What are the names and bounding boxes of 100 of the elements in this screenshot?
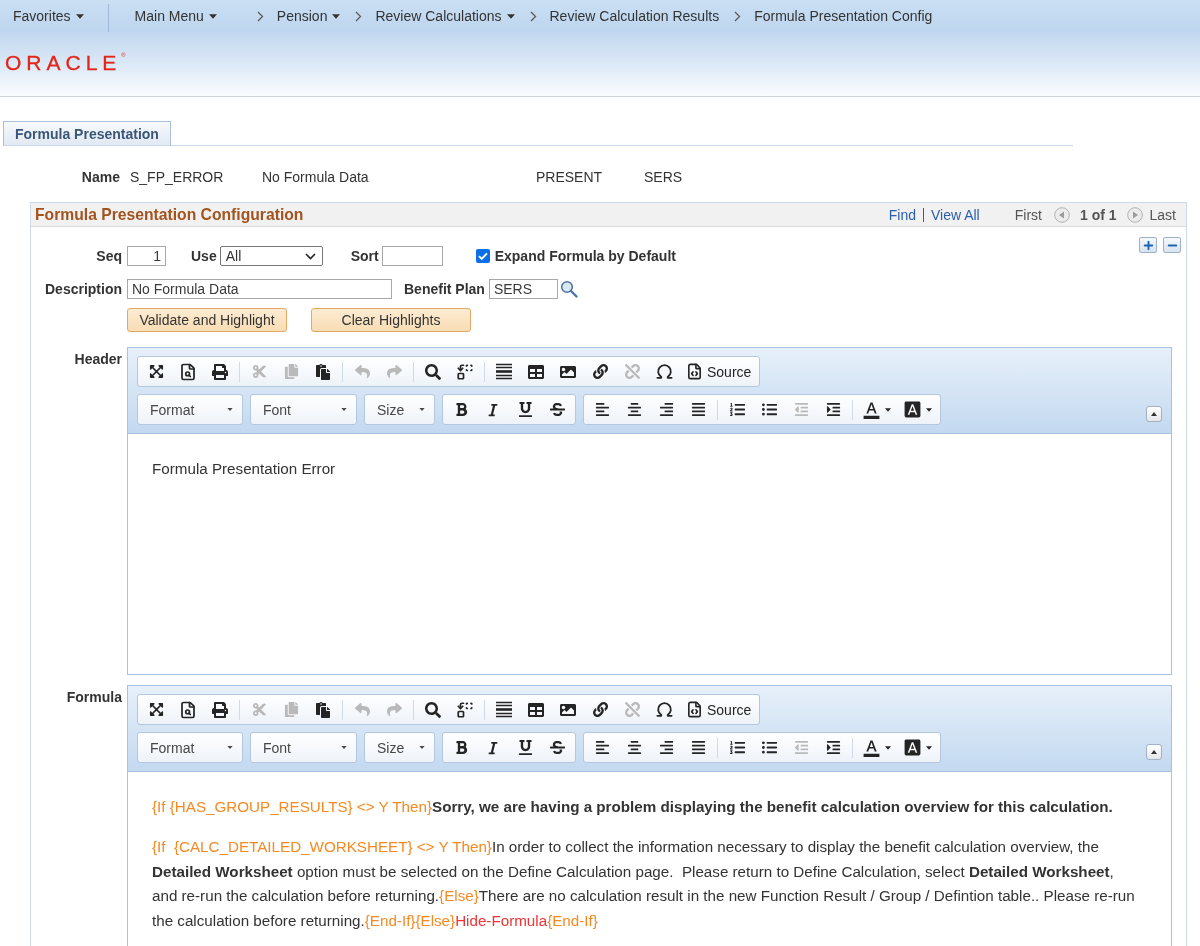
view-all-link[interactable]: View All [930,206,980,223]
chevron-right-icon [256,10,264,22]
caret-icon [926,407,932,412]
indent-icon [825,740,841,755]
underline-icon [517,402,533,417]
checkbox[interactable] [475,249,490,263]
caret-icon [75,13,84,19]
undo-icon [354,364,370,379]
search-icon [425,363,441,380]
indent-icon [825,402,841,417]
replace-icon [456,362,474,381]
align-right-icon [658,740,674,755]
use-select[interactable]: All [219,246,323,266]
caret-up-icon [1151,412,1157,416]
numbered-list-icon [729,740,745,755]
document-search-icon [179,700,197,719]
horizontal-lines-icon [495,363,513,380]
search-icon[interactable] [559,280,578,298]
checkbox-label: Expand Formula by Default [494,248,676,264]
first-label[interactable]: First [1014,206,1042,223]
align-center-icon [626,740,642,755]
redo-icon [386,364,402,379]
text-color-icon [862,738,881,757]
toolbar-dropdown[interactable]: Font [250,732,357,763]
caret-icon [227,408,233,411]
caret-icon [208,13,217,19]
justify-icon [690,740,706,755]
caret-icon [419,746,425,749]
bold-icon [453,402,469,417]
paragraph: {If {HAS_GROUP_RESULTS} <> Y Then}Sorry, we are having a problem displaying the benefit calculation overview for this calculation. [152,797,1114,817]
collapse-toolbar-button[interactable] [1146,744,1162,760]
source-button[interactable]: Source [682,358,756,385]
strikethrough-icon [549,402,565,417]
field-label: Use [191,248,217,264]
document-search-icon [179,362,197,381]
caret-icon [926,745,932,750]
source-button[interactable]: Source [682,696,756,723]
field-label: Name [81,168,120,186]
expand-arrows-icon [148,702,164,717]
action-button[interactable]: Clear Highlights [311,308,471,332]
expand-arrows-icon [148,364,164,379]
breadcrumb-link[interactable]: Pension [276,8,341,24]
panel-title: Formula Presentation Configuration [35,205,304,224]
toolbar-dropdown[interactable]: Size [364,732,435,763]
paragraph: Formula Presentation Error [152,459,337,479]
outdent-icon [793,402,809,417]
field-value: PRESENT [536,168,603,186]
caret-icon [419,408,425,411]
sort-field[interactable] [381,246,443,266]
description-field[interactable]: No Formula Data [127,279,392,299]
tab[interactable]: Formula Presentation [3,121,171,146]
image-icon [560,363,576,380]
bulleted-list-icon [761,740,777,755]
breadcrumb-link[interactable]: Main Menu [134,8,217,24]
sequence-field[interactable]: 1 [127,246,166,266]
plus-icon [1141,238,1155,252]
omega-icon [654,700,674,719]
breadcrumb-link[interactable]: Review Calculations [375,8,515,24]
printer-icon [212,701,228,718]
paragraph: {If {CALC_DETAILED_WORKSHEET} <> Y Then}In order to collect the information necessary to display the benefit calculation overview, the Detailed Worksheet option must be selected on the Define Calculation page. Please return to Define Calculation, select Detailed Worksheet, and re-run the calculation before returning.{Else}There are no calculation result in the new Function Result / Group / Defintion table.. Please re-run the calculation before returning.{End-If}{Else}Hide-Formula{End-If} [152,837,1136,931]
align-right-icon [658,402,674,417]
favorites-menu[interactable]: Favorites [13,8,84,24]
caret-icon [341,408,347,411]
justify-icon [690,402,706,417]
chevron-right-icon [355,10,363,22]
background-color-icon [903,400,922,419]
toolbar-dropdown[interactable]: Font [250,394,357,425]
unlink-icon [624,364,640,379]
field-label: Seq [96,248,122,264]
delete-row-button[interactable] [1163,237,1181,253]
scissors-icon [251,364,267,379]
redo-icon [386,702,402,717]
breadcrumb-link[interactable]: Formula Presentation Config [754,8,933,24]
toolbar-dropdown[interactable]: Format [137,394,243,425]
unlink-icon [624,702,640,717]
toolbar-dropdown[interactable]: Format [137,732,243,763]
copy-icon [283,702,299,717]
field-value: SERS [644,168,683,186]
collapse-toolbar-button[interactable] [1146,406,1162,422]
caret-icon [227,746,233,749]
last-label[interactable]: Last [1149,206,1176,223]
toolbar-dropdown[interactable]: Size [364,394,435,425]
italic-icon [486,402,500,417]
code-document-icon [686,363,703,380]
field-value: S_FP_ERROR [130,168,224,186]
undo-icon [354,702,370,717]
action-button[interactable]: Validate and Highlight [127,308,287,332]
logo: ORACLE$^{®}$ [5,51,126,73]
search-icon [425,701,441,718]
printer-icon [212,363,228,380]
benefit-plan-field[interactable]: SERS [488,279,558,299]
find-link[interactable]: Find [888,206,916,223]
field-label: Sort [350,248,379,264]
breadcrumb-link[interactable]: Review Calculation Results [549,8,720,24]
caret-icon [885,407,891,412]
add-row-button[interactable] [1139,237,1157,253]
outdent-icon [793,740,809,755]
align-left-icon [594,740,610,755]
scissors-icon [251,702,267,717]
align-center-icon [626,402,642,417]
